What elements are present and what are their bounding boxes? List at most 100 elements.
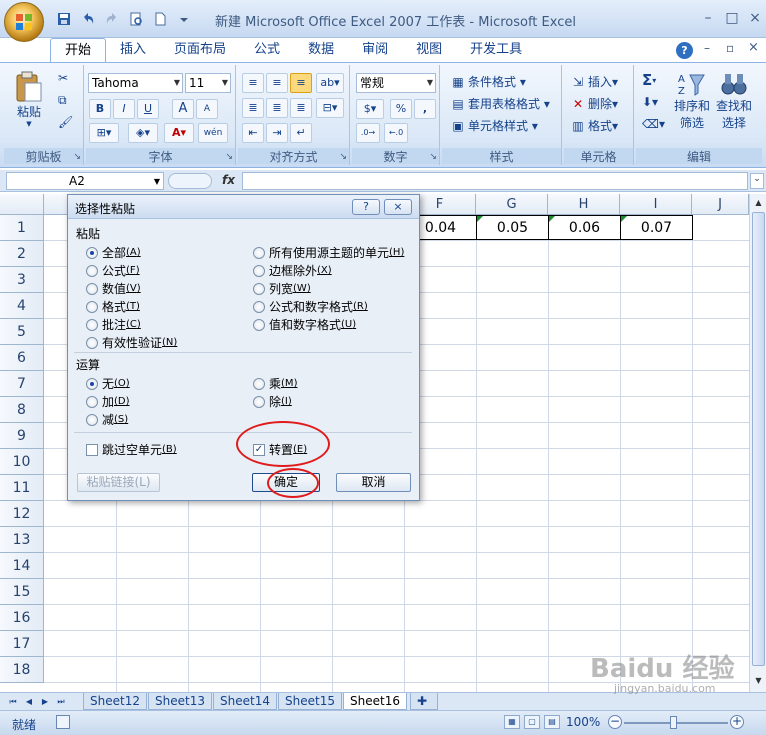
zoom-out-icon[interactable]: − bbox=[608, 715, 622, 729]
paste-values-number-formats-radio[interactable]: 值和数字格式(U) bbox=[253, 316, 356, 333]
ribbon-minimize-icon[interactable]: – bbox=[704, 41, 710, 55]
cell-G1[interactable]: 0.05 bbox=[476, 215, 549, 240]
decrease-decimal-icon[interactable]: ←.0 bbox=[384, 123, 408, 143]
align-center-icon[interactable]: ≣ bbox=[266, 98, 288, 118]
paste-source-theme-radio[interactable]: 所有使用源主题的单元(H) bbox=[253, 244, 404, 261]
operation-add-radio[interactable]: 加(D) bbox=[86, 393, 130, 410]
paste-formulas-radio[interactable]: 公式(F) bbox=[86, 262, 140, 279]
dialog-help-button[interactable]: ? bbox=[352, 199, 380, 215]
paste-formulas-number-formats-radio[interactable]: 公式和数字格式(R) bbox=[253, 298, 368, 315]
select-all-corner[interactable] bbox=[0, 194, 44, 215]
currency-button[interactable]: $▾ bbox=[356, 99, 384, 119]
format-as-table-button[interactable]: ▤ 套用表格格式 ▾ bbox=[450, 95, 550, 112]
cell-styles-button[interactable]: ▣ 单元格样式 ▾ bbox=[450, 117, 538, 134]
clipboard-launcher-icon[interactable]: ↘ bbox=[73, 152, 81, 162]
vertical-scrollbar[interactable]: ▲ ▼ bbox=[749, 194, 766, 692]
operation-subtract-radio[interactable]: 减(S) bbox=[86, 411, 128, 428]
paste-comments-radio[interactable]: 批注(C) bbox=[86, 316, 141, 333]
number-launcher-icon[interactable]: ↘ bbox=[429, 152, 437, 162]
insert-cells-button[interactable]: ⇲ 插入 ▾ bbox=[570, 73, 618, 90]
row-header-9[interactable]: 9 bbox=[0, 423, 44, 449]
ribbon-restore-icon[interactable]: ▫ bbox=[726, 41, 734, 55]
scroll-up-icon[interactable]: ▲ bbox=[752, 196, 765, 210]
bold-button[interactable]: B bbox=[89, 99, 111, 119]
page-layout-view-icon[interactable]: ▢ bbox=[524, 715, 540, 729]
row-header-8[interactable]: 8 bbox=[0, 397, 44, 423]
orientation-icon[interactable]: ab▾ bbox=[316, 73, 344, 93]
zoom-level[interactable]: 100% bbox=[566, 715, 600, 729]
sort-filter-button[interactable]: AZ 排序和 筛选 bbox=[674, 71, 710, 131]
new-document-icon[interactable] bbox=[150, 9, 170, 29]
column-header-H[interactable]: H bbox=[548, 194, 620, 215]
fill-icon[interactable]: ⬇▾ bbox=[642, 95, 658, 109]
tab-page-layout[interactable]: 页面布局 bbox=[160, 38, 240, 62]
align-middle-icon[interactable]: ≡ bbox=[266, 73, 288, 93]
wrap-text-icon[interactable]: ↵ bbox=[290, 123, 312, 143]
autosum-button[interactable]: Σ ▾ bbox=[642, 71, 656, 89]
formula-input[interactable] bbox=[242, 172, 748, 190]
tab-review[interactable]: 审阅 bbox=[348, 38, 402, 62]
number-format-select[interactable]: 常规 ▼ bbox=[356, 73, 436, 93]
office-button[interactable] bbox=[4, 2, 44, 42]
row-header-1[interactable]: 1 bbox=[0, 215, 44, 241]
tab-data[interactable]: 数据 bbox=[294, 38, 348, 62]
paste-values-radio[interactable]: 数值(V) bbox=[86, 280, 141, 297]
paste-no-borders-radio[interactable]: 边框除外(X) bbox=[253, 262, 332, 279]
undo-icon[interactable] bbox=[78, 9, 98, 29]
operation-divide-radio[interactable]: 除(I) bbox=[253, 393, 292, 410]
prev-sheet-icon[interactable]: ◀ bbox=[22, 695, 36, 709]
help-icon[interactable]: ? bbox=[676, 42, 693, 59]
save-icon[interactable] bbox=[54, 9, 74, 29]
row-header-2[interactable]: 2 bbox=[0, 241, 44, 267]
align-bottom-icon[interactable]: ≡ bbox=[290, 73, 312, 93]
insert-function-icon[interactable]: fx bbox=[222, 173, 235, 187]
tab-developer[interactable]: 开发工具 bbox=[456, 38, 536, 62]
italic-button[interactable]: I bbox=[113, 99, 135, 119]
font-launcher-icon[interactable]: ↘ bbox=[225, 152, 233, 162]
copy-icon[interactable]: ⧉ bbox=[58, 93, 67, 108]
scrollbar-thumb[interactable] bbox=[752, 212, 765, 666]
paste-formats-radio[interactable]: 格式(T) bbox=[86, 298, 140, 315]
formula-bar-divider[interactable] bbox=[168, 173, 212, 189]
font-color-icon[interactable]: A▾ bbox=[164, 123, 194, 143]
tab-formulas[interactable]: 公式 bbox=[240, 38, 294, 62]
row-header-11[interactable]: 11 bbox=[0, 475, 44, 501]
align-top-icon[interactable]: ≡ bbox=[242, 73, 264, 93]
row-header-12[interactable]: 12 bbox=[0, 501, 44, 527]
tab-view[interactable]: 视图 bbox=[402, 38, 456, 62]
row-header-18[interactable]: 18 bbox=[0, 657, 44, 683]
minimize-button[interactable]: – bbox=[696, 8, 720, 28]
zoom-in-icon[interactable]: + bbox=[730, 715, 744, 729]
row-header-17[interactable]: 17 bbox=[0, 631, 44, 657]
sheet-tab-13[interactable]: Sheet13 bbox=[148, 693, 212, 710]
row-header-7[interactable]: 7 bbox=[0, 371, 44, 397]
row-header-10[interactable]: 10 bbox=[0, 449, 44, 475]
tab-insert[interactable]: 插入 bbox=[106, 38, 160, 62]
find-select-button[interactable]: 查找和 选择 bbox=[716, 71, 752, 131]
conditional-formatting-button[interactable]: ▦ 条件格式 ▾ bbox=[450, 73, 526, 90]
underline-button[interactable]: U bbox=[137, 99, 159, 119]
column-header-J[interactable]: J bbox=[692, 194, 749, 215]
format-painter-icon[interactable]: 🖌 bbox=[58, 115, 73, 129]
align-right-icon[interactable]: ≣ bbox=[290, 98, 312, 118]
paste-column-widths-radio[interactable]: 列宽(W) bbox=[253, 280, 311, 297]
delete-cells-button[interactable]: ✕ 删除 ▾ bbox=[570, 95, 618, 112]
expand-formula-bar-icon[interactable]: ⌄ bbox=[750, 173, 764, 189]
tab-home[interactable]: 开始 bbox=[50, 38, 107, 62]
merge-center-icon[interactable]: ⊟▾ bbox=[316, 98, 344, 118]
sheet-tab-15[interactable]: Sheet15 bbox=[278, 693, 342, 710]
borders-icon[interactable]: ⊞▾ bbox=[89, 123, 119, 143]
clear-icon[interactable]: ⌫▾ bbox=[642, 117, 665, 131]
dialog-close-button[interactable]: × bbox=[384, 199, 412, 215]
redo-icon[interactable] bbox=[102, 9, 122, 29]
workbook-close-icon[interactable]: × bbox=[748, 40, 759, 55]
fill-color-icon[interactable]: ◈▾ bbox=[128, 123, 158, 143]
operation-none-radio[interactable]: 无(O) bbox=[86, 375, 130, 392]
dialog-title-bar[interactable]: 选择性粘贴 ? × bbox=[68, 195, 419, 219]
increase-decimal-icon[interactable]: .0→ bbox=[356, 123, 380, 143]
sheet-tab-16[interactable]: Sheet16 bbox=[343, 693, 407, 710]
row-header-13[interactable]: 13 bbox=[0, 527, 44, 553]
print-preview-icon[interactable] bbox=[126, 9, 146, 29]
normal-view-icon[interactable]: ▦ bbox=[504, 715, 520, 729]
increase-indent-icon[interactable]: ⇥ bbox=[266, 123, 288, 143]
